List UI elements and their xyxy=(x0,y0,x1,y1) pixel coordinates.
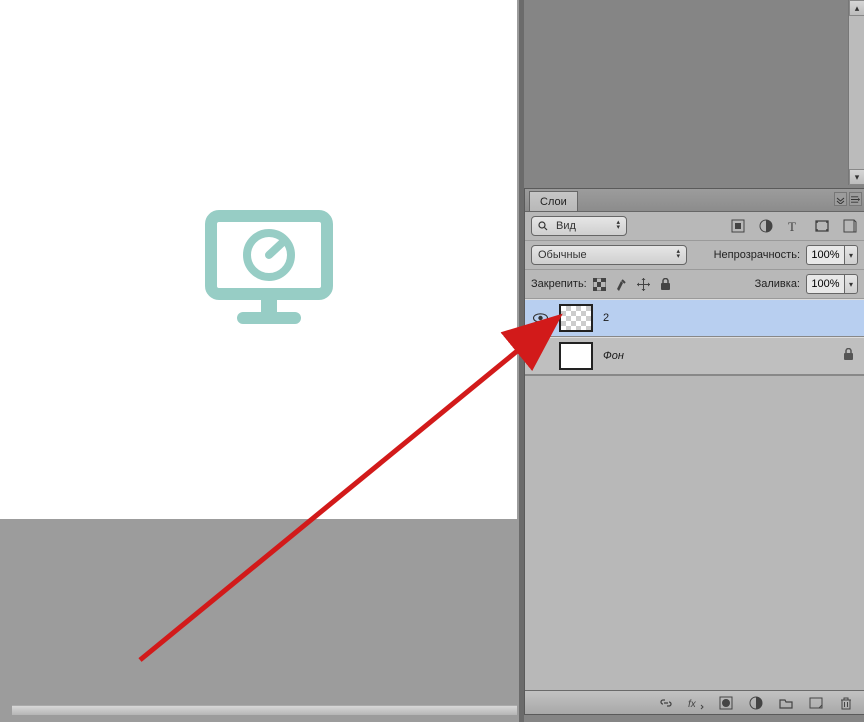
lock-label: Закрепить: xyxy=(531,278,587,290)
fill-dropdown-button[interactable] xyxy=(844,274,858,294)
canvas-workspace[interactable] xyxy=(0,0,519,722)
filter-adjustment-icon[interactable] xyxy=(758,218,774,234)
fill-input[interactable] xyxy=(806,274,844,294)
layer-filter-dropdown[interactable]: Вид ▴▾ xyxy=(531,216,627,236)
lock-icon xyxy=(843,348,854,364)
monitor-gauge-icon xyxy=(205,210,335,330)
lock-transparency-button[interactable] xyxy=(593,277,607,291)
opacity-field[interactable] xyxy=(806,245,858,265)
layers-panel: Слои Вид ▴▾ T xyxy=(524,188,864,715)
visibility-toggle[interactable] xyxy=(531,313,549,323)
canvas-bottom-scrollbar[interactable] xyxy=(12,705,517,715)
lock-position-button[interactable] xyxy=(637,277,651,291)
opacity-input[interactable] xyxy=(806,245,844,265)
layers-list: 2 Фон xyxy=(525,299,864,376)
filter-shape-icon[interactable] xyxy=(814,218,830,234)
layers-empty-area[interactable] xyxy=(525,376,864,690)
scroll-down-button[interactable] xyxy=(849,169,864,185)
lock-all-button[interactable] xyxy=(659,277,673,291)
scroll-up-button[interactable] xyxy=(849,0,864,16)
layer-row[interactable]: 2 xyxy=(525,299,864,337)
fill-label: Заливка: xyxy=(755,278,800,290)
filter-type-icon[interactable]: T xyxy=(786,218,802,234)
panel-body: Вид ▴▾ T Обычные ▴▾ Непрозрачность: xyxy=(525,211,864,714)
svg-text:T: T xyxy=(788,219,796,233)
panel-footer: fx xyxy=(525,690,864,714)
filter-smartobject-icon[interactable] xyxy=(842,218,858,234)
panel-tabbar: Слои xyxy=(525,189,864,211)
filter-row: Вид ▴▾ T xyxy=(525,212,864,241)
layer-thumbnail[interactable] xyxy=(559,304,593,332)
fill-field[interactable] xyxy=(806,274,858,294)
layer-thumbnail[interactable] xyxy=(559,342,593,370)
svg-text:fx: fx xyxy=(688,699,697,710)
filter-pixel-icon[interactable] xyxy=(730,218,746,234)
search-icon xyxy=(538,221,548,231)
filter-label: Вид xyxy=(556,220,576,232)
new-group-button[interactable] xyxy=(778,695,794,711)
blend-opacity-row: Обычные ▴▾ Непрозрачность: xyxy=(525,241,864,270)
blend-mode-value: Обычные xyxy=(538,249,587,261)
layer-row[interactable]: Фон xyxy=(525,337,864,375)
blend-mode-dropdown[interactable]: Обычные ▴▾ xyxy=(531,245,687,265)
lock-fill-row: Закрепить: Заливка: xyxy=(525,270,864,299)
right-scrollbar[interactable] xyxy=(848,0,864,185)
panel-menu-button[interactable] xyxy=(849,192,862,206)
new-layer-button[interactable] xyxy=(808,695,824,711)
layer-style-button[interactable]: fx xyxy=(688,695,704,711)
document-canvas[interactable] xyxy=(0,0,517,519)
tab-layers[interactable]: Слои xyxy=(529,191,578,211)
layer-name[interactable]: 2 xyxy=(603,312,609,324)
adjustment-layer-button[interactable] xyxy=(748,695,764,711)
panel-collapse-button[interactable] xyxy=(834,192,847,206)
link-layers-button[interactable] xyxy=(658,695,674,711)
opacity-dropdown-button[interactable] xyxy=(844,245,858,265)
layer-name[interactable]: Фон xyxy=(603,350,624,362)
opacity-label: Непрозрачность: xyxy=(714,249,800,261)
layer-mask-button[interactable] xyxy=(718,695,734,711)
delete-layer-button[interactable] xyxy=(838,695,854,711)
lock-pixels-button[interactable] xyxy=(615,277,629,291)
